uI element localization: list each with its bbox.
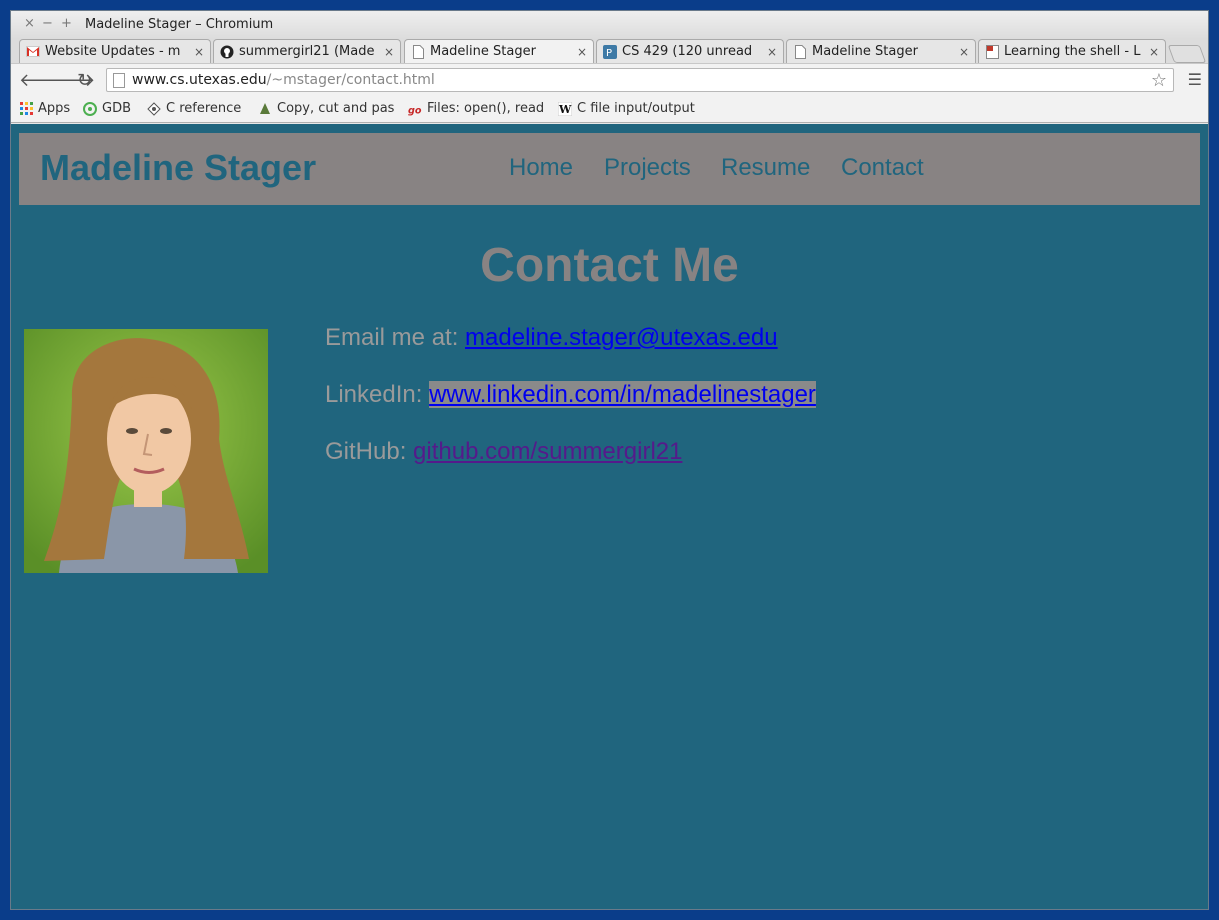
page-heading: Contact Me	[480, 239, 739, 292]
tab-label: Madeline Stager	[812, 44, 918, 59]
bookmark-c-file-io[interactable]: W C file input/output	[558, 101, 698, 116]
site-brand[interactable]: Madeline Stager	[40, 147, 316, 189]
new-tab-button[interactable]	[1167, 45, 1207, 63]
bookmark-label: C reference	[166, 101, 242, 116]
bookmark-c-reference[interactable]: C reference	[147, 101, 241, 116]
bookmark-icon	[258, 102, 272, 116]
url-text[interactable]: www.cs.utexas.edu/~mstager/contact.html	[132, 72, 435, 88]
nav-contact[interactable]: Contact	[841, 154, 924, 182]
page-icon	[411, 44, 425, 59]
bookmark-gdb[interactable]: GDB	[83, 101, 131, 116]
svg-text:W: W	[558, 103, 572, 116]
tab-close-icon[interactable]: ×	[194, 45, 204, 59]
tab-strip: Website Updates - m × summergirl21 (Made…	[11, 39, 1208, 63]
bookmark-apps[interactable]: Apps	[19, 101, 70, 116]
email-label: Email me at:	[325, 324, 466, 351]
tab-close-icon[interactable]: ×	[1149, 45, 1159, 59]
tab-close-icon[interactable]: ×	[959, 45, 969, 59]
contact-github: GitHub: github.com/summergirl21	[325, 438, 682, 466]
page-info-icon[interactable]	[113, 73, 125, 88]
bookmark-label: Apps	[38, 101, 71, 116]
bookmark-label: Files: open(), read	[427, 101, 545, 116]
nav-projects[interactable]: Projects	[604, 154, 691, 182]
site-header: Madeline Stager Home Projects Resume Con…	[19, 133, 1200, 205]
window-title: Madeline Stager – Chromium	[85, 17, 274, 32]
svg-text:go: go	[408, 105, 422, 116]
profile-photo	[24, 329, 268, 573]
tab-label: Website Updates - m	[45, 44, 181, 59]
tab-madeline-stager-active[interactable]: Madeline Stager ×	[404, 39, 594, 63]
tab-close-icon[interactable]: ×	[384, 45, 394, 59]
address-bar[interactable]: www.cs.utexas.edu/~mstager/contact.html …	[106, 68, 1174, 92]
contact-email: Email me at: madeline.stager@utexas.edu	[325, 324, 778, 352]
gdb-icon	[83, 101, 97, 116]
tab-cs429[interactable]: P CS 429 (120 unread ×	[596, 39, 784, 63]
close-window-icon[interactable]: ×	[24, 16, 35, 31]
c-reference-icon	[147, 101, 161, 116]
gnu-icon: go	[408, 102, 422, 116]
gmail-icon	[26, 45, 40, 59]
tab-close-icon[interactable]: ×	[577, 45, 587, 59]
tab-label: CS 429 (120 unread	[622, 44, 753, 59]
reload-icon[interactable]: ↻	[77, 70, 92, 91]
tab-label: Learning the shell - L	[1004, 44, 1141, 59]
bookmark-files-open[interactable]: go Files: open(), read	[408, 101, 548, 116]
minimize-window-icon[interactable]: −	[42, 16, 53, 31]
tab-github[interactable]: summergirl21 (Made ×	[213, 39, 401, 63]
bookmark-label: Copy, cut and pas	[277, 101, 395, 116]
linkedin-link[interactable]: www.linkedin.com/in/madelinestager	[429, 381, 816, 408]
bookmarks-bar: Apps GDB C reference Copy, cut and pas g…	[11, 96, 1208, 123]
github-link[interactable]: github.com/summergirl21	[413, 438, 682, 465]
tab-label: Madeline Stager	[430, 44, 536, 59]
nav-resume[interactable]: Resume	[721, 154, 810, 182]
apps-grid-icon	[19, 102, 33, 116]
browser-window: × − + Madeline Stager – Chromium Website…	[10, 10, 1209, 910]
tab-learning-shell[interactable]: Learning the shell - L ×	[978, 39, 1166, 63]
url-path: /~mstager/contact.html	[266, 72, 435, 88]
title-bar: × − + Madeline Stager – Chromium	[11, 11, 1208, 39]
email-link[interactable]: madeline.stager@utexas.edu	[465, 324, 778, 351]
page-viewport: Madeline Stager Home Projects Resume Con…	[11, 124, 1208, 909]
doc-icon	[985, 44, 999, 59]
tab-madeline-stager-2[interactable]: Madeline Stager ×	[786, 39, 976, 63]
linkedin-label: LinkedIn:	[325, 381, 430, 408]
maximize-window-icon[interactable]: +	[61, 16, 72, 31]
tab-label: summergirl21 (Made	[239, 44, 375, 59]
bookmark-star-icon[interactable]: ☆	[1151, 70, 1167, 91]
contact-linkedin: LinkedIn: www.linkedin.com/in/madelinest…	[325, 381, 816, 409]
page-icon	[793, 44, 807, 59]
wikipedia-icon: W	[558, 101, 572, 116]
tab-website-updates[interactable]: Website Updates - m ×	[19, 39, 211, 63]
browser-toolbar: 🡐 🡒 ↻ www.cs.utexas.edu/~mstager/contact…	[11, 63, 1208, 96]
github-icon	[220, 45, 234, 59]
url-host: www.cs.utexas.edu	[132, 72, 267, 88]
bookmark-copy-cut-paste[interactable]: Copy, cut and pas	[258, 101, 398, 116]
github-label: GitHub:	[325, 438, 414, 465]
tab-close-icon[interactable]: ×	[767, 45, 777, 59]
menu-icon[interactable]: ☰	[1188, 70, 1202, 89]
nav-home[interactable]: Home	[509, 154, 573, 182]
svg-text:P: P	[606, 48, 612, 59]
bookmark-label: GDB	[102, 101, 132, 116]
bookmark-label: C file input/output	[577, 101, 695, 116]
piazza-icon: P	[603, 44, 617, 59]
